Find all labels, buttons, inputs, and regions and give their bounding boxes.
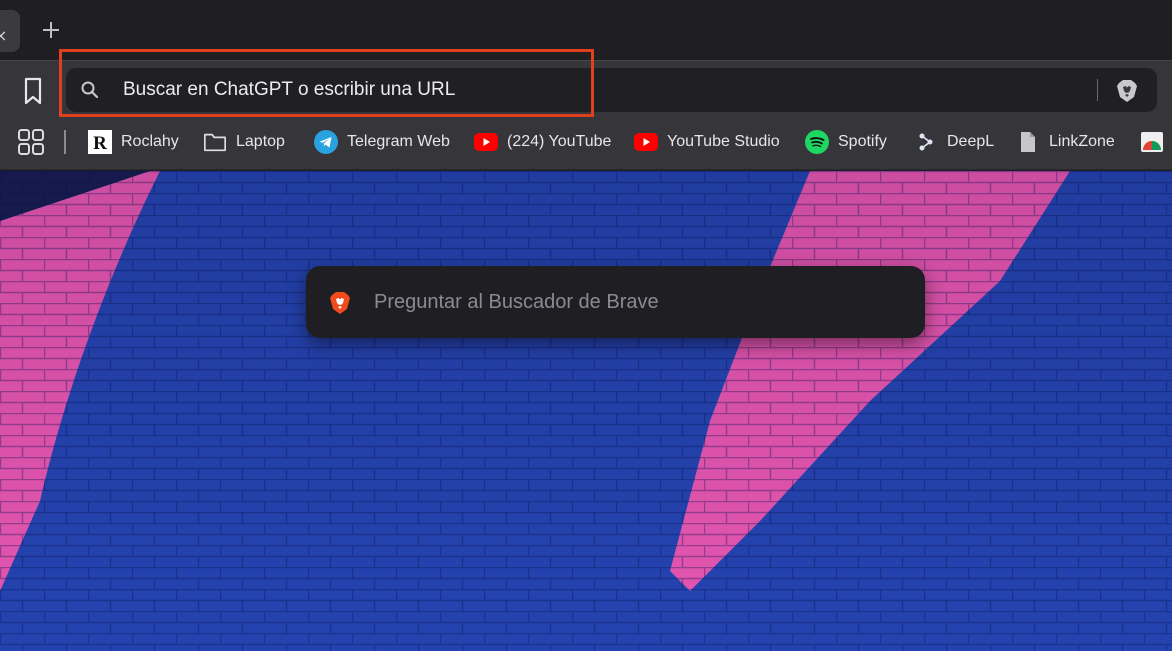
bookmark-label: Roclahy — [121, 133, 179, 150]
bookmark-icon — [24, 77, 42, 105]
new-tab-button[interactable] — [36, 15, 66, 45]
bookmark-spotify[interactable]: Spotify — [805, 128, 887, 156]
telegram-icon — [314, 130, 338, 154]
bookmark-youtube[interactable]: (224) YouTube — [474, 128, 611, 156]
brave-search-box[interactable] — [306, 266, 925, 338]
address-bar[interactable]: Buscar en ChatGPT o escribir una URL — [66, 68, 1157, 112]
address-bar-separator — [1097, 79, 1098, 101]
youtube-icon — [474, 130, 498, 154]
plus-icon — [43, 22, 59, 38]
toolbar: Buscar en ChatGPT o escribir una URL — [0, 60, 1172, 118]
bookmark-label: DeepL — [947, 133, 995, 150]
youtube-studio-icon — [634, 130, 658, 154]
deepl-icon — [914, 130, 938, 154]
bookmark-roclahy[interactable]: R Roclahy — [88, 128, 179, 156]
tab-close-icon[interactable]: × — [0, 26, 7, 46]
bookmark-label: Spotify — [838, 133, 887, 150]
bookmark-button[interactable] — [16, 75, 50, 107]
bookmark-label: Laptop — [236, 133, 285, 150]
bookmark-label: LinkZone — [1049, 133, 1115, 150]
tab-partial[interactable]: × — [0, 10, 20, 52]
search-icon — [81, 81, 99, 99]
apps-grid-icon[interactable] — [17, 128, 45, 156]
brave-lion-icon — [330, 292, 350, 314]
bookmark-deepl[interactable]: DeepL — [914, 128, 994, 156]
document-icon — [1016, 130, 1040, 154]
bookmark-linkzone[interactable]: LinkZone — [1016, 128, 1115, 156]
brave-shields-icon[interactable] — [1115, 78, 1139, 104]
bookmark-label: YouTube Studio — [667, 133, 780, 150]
roclahy-r-icon: R — [88, 130, 112, 154]
folder-icon — [203, 130, 227, 154]
bookmarks-divider — [64, 130, 66, 154]
bookmark-partial-icon — [1140, 130, 1164, 154]
bookmark-laptop[interactable]: Laptop — [203, 128, 285, 156]
background-wallpaper — [0, 171, 1172, 651]
address-bar-placeholder[interactable]: Buscar en ChatGPT o escribir una URL — [123, 79, 455, 101]
spotify-icon — [805, 130, 829, 154]
bookmark-partial[interactable] — [1140, 128, 1164, 156]
bookmark-label: (224) YouTube — [507, 133, 612, 150]
bookmark-label: Telegram Web — [347, 133, 450, 150]
bookmark-youtube-studio[interactable]: YouTube Studio — [634, 128, 780, 156]
svg-text:R: R — [93, 133, 107, 154]
brave-search-input[interactable] — [374, 283, 904, 321]
bookmarks-bar: R Roclahy Laptop Telegram Web (224) YouT… — [0, 118, 1172, 170]
bookmark-telegram[interactable]: Telegram Web — [314, 128, 450, 156]
new-tab-background — [0, 171, 1172, 651]
tab-strip: × — [0, 0, 1172, 60]
